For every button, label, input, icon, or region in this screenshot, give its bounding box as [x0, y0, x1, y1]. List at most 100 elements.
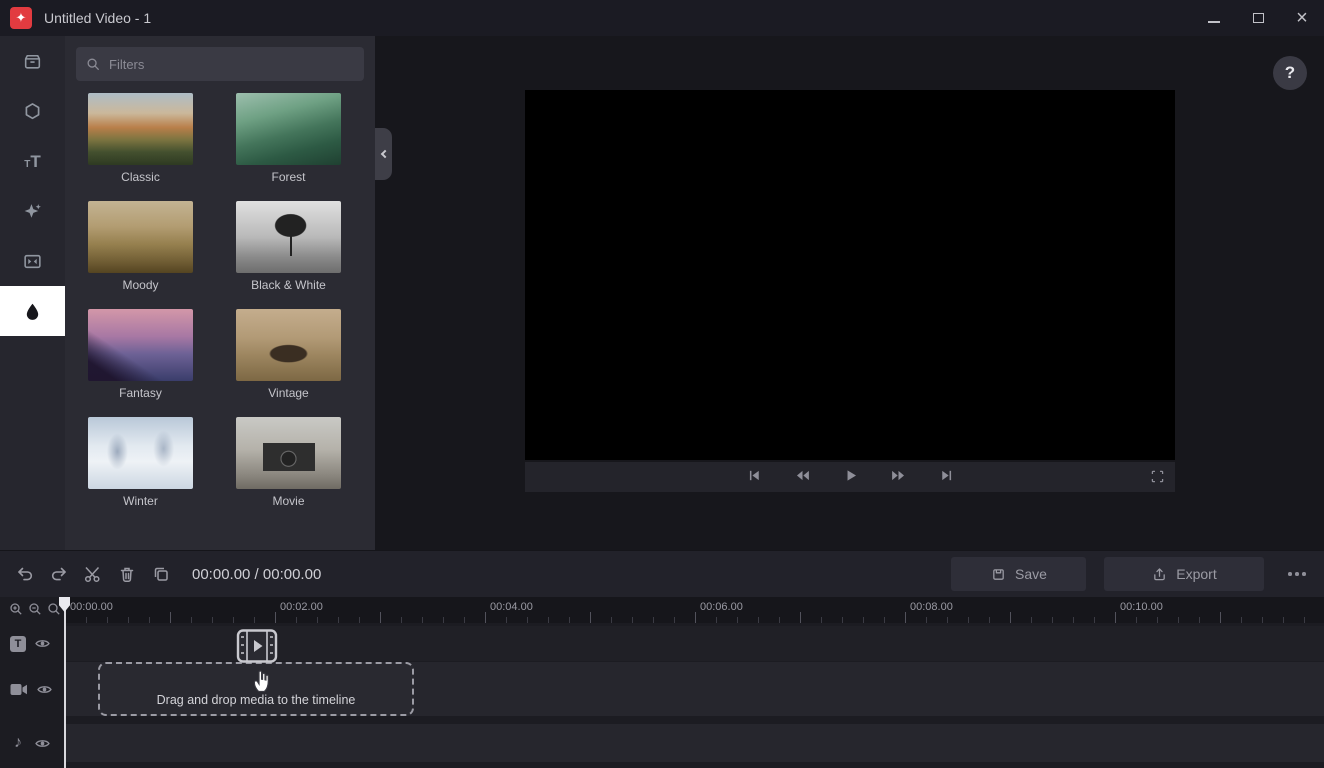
filter-card-classic[interactable]: Classic: [88, 93, 193, 184]
filters-search-input[interactable]: [109, 57, 354, 72]
filter-label: Black & White: [236, 278, 341, 292]
eye-icon: [37, 684, 52, 695]
maximize-icon: [1253, 13, 1264, 23]
timeline: T ♪ 00:00.0000:02.0000:04.0000:06.0000:0…: [0, 597, 1324, 768]
timecode-display: 00:00.00 / 00:00.00: [192, 566, 321, 583]
media-clip-icon: [233, 629, 281, 663]
filter-card-forest[interactable]: Forest: [236, 93, 341, 184]
export-label: Export: [1176, 566, 1216, 582]
eye-icon: [35, 738, 50, 749]
play-icon: [842, 467, 859, 484]
zoom-in-button[interactable]: [8, 602, 24, 618]
filter-thumbnail: [236, 93, 341, 165]
ruler-tick-label: 00:00.00: [70, 601, 113, 613]
filter-card-winter[interactable]: Winter: [88, 417, 193, 508]
skip-to-end-button[interactable]: [936, 467, 956, 487]
sidebar-item-transitions[interactable]: [0, 236, 65, 286]
delete-button[interactable]: [110, 557, 144, 591]
split-button[interactable]: [76, 557, 110, 591]
music-note-icon: ♪: [10, 735, 26, 751]
filter-card-moody[interactable]: Moody: [88, 201, 193, 292]
media-icon: [22, 51, 43, 72]
window-controls: ×: [1192, 0, 1324, 36]
play-button[interactable]: [840, 467, 860, 487]
close-icon: ×: [1296, 8, 1308, 28]
save-icon: [990, 566, 1007, 583]
filters-icon: [22, 301, 43, 322]
filter-label: Vintage: [236, 386, 341, 400]
filter-label: Classic: [88, 170, 193, 184]
titlebar: ✦ Untitled Video - 1 ×: [0, 0, 1324, 36]
window-title: Untitled Video - 1: [44, 10, 151, 26]
filter-card-movie[interactable]: Movie: [236, 417, 341, 508]
app-logo-icon: ✦: [10, 7, 32, 29]
text-track-visibility-toggle[interactable]: [35, 638, 51, 650]
filters-grid: Classic Forest Moody Black & White Fanta…: [65, 81, 375, 508]
sidebar-item-media[interactable]: [0, 36, 65, 86]
fast-forward-button[interactable]: [888, 467, 908, 487]
redo-button[interactable]: [42, 557, 76, 591]
audio-track-visibility-toggle[interactable]: [35, 737, 51, 749]
timeline-zoom-controls: [8, 602, 62, 618]
zoom-out-button[interactable]: [27, 602, 43, 618]
ruler-tick-label: 00:10.00: [1120, 601, 1163, 613]
save-button[interactable]: Save: [951, 557, 1086, 591]
video-track-icon: [10, 683, 28, 696]
text-icon: TT: [24, 153, 41, 170]
timeline-ruler[interactable]: 00:00.0000:02.0000:04.0000:06.0000:08.00…: [65, 597, 1324, 623]
search-icon: [86, 57, 101, 72]
close-button[interactable]: ×: [1280, 0, 1324, 36]
undo-icon: [15, 564, 35, 584]
filters-panel: Classic Forest Moody Black & White Fanta…: [65, 36, 375, 550]
filter-card-vintage[interactable]: Vintage: [236, 309, 341, 400]
filter-thumbnail: [236, 309, 341, 381]
playhead-line: [64, 597, 66, 768]
export-icon: [1151, 566, 1168, 583]
sidebar-item-elements[interactable]: [0, 86, 65, 136]
rewind-button[interactable]: [792, 467, 812, 487]
playback-controls: [525, 462, 1175, 492]
eye-icon: [35, 638, 50, 649]
toolbar-actions: Save Export: [951, 557, 1312, 591]
video-track-header: [10, 662, 53, 716]
minimize-button[interactable]: [1192, 0, 1236, 36]
filter-card-black-white[interactable]: Black & White: [236, 201, 341, 292]
more-options-button[interactable]: [1282, 557, 1312, 591]
filter-label: Winter: [88, 494, 193, 508]
ruler-tick-label: 00:06.00: [700, 601, 743, 613]
drop-zone-hint: Drag and drop media to the timeline: [157, 693, 356, 707]
export-button[interactable]: Export: [1104, 557, 1264, 591]
undo-button[interactable]: [8, 557, 42, 591]
sidebar-item-effects[interactable]: [0, 186, 65, 236]
question-mark-icon: ?: [1285, 63, 1295, 82]
timeline-tracks: Drag and drop media to the timeline: [65, 623, 1324, 768]
text-track-icon: T: [10, 636, 26, 652]
save-label: Save: [1015, 566, 1047, 582]
video-track-visibility-toggle[interactable]: [37, 683, 53, 695]
help-button[interactable]: ?: [1273, 56, 1307, 90]
duplicate-button[interactable]: [144, 557, 178, 591]
filter-card-fantasy[interactable]: Fantasy: [88, 309, 193, 400]
fullscreen-button[interactable]: [1147, 468, 1167, 488]
logo-glyph: ✦: [16, 10, 27, 26]
transitions-icon: [22, 251, 43, 272]
panel-collapse-button[interactable]: [375, 128, 392, 180]
skip-end-icon: [938, 467, 955, 484]
skip-to-start-button[interactable]: [744, 467, 764, 487]
effects-icon: [22, 201, 43, 222]
elements-icon: [22, 101, 43, 122]
zoom-out-icon: [28, 602, 42, 616]
redo-icon: [49, 564, 69, 584]
trash-icon: [117, 564, 137, 584]
maximize-button[interactable]: [1236, 0, 1280, 36]
sidebar-item-text[interactable]: TT: [0, 136, 65, 186]
hand-cursor-icon: [250, 667, 274, 693]
filter-thumbnail: [88, 93, 193, 165]
text-track-header: T: [10, 626, 51, 661]
audio-track-row: [65, 724, 1324, 762]
skip-start-icon: [746, 467, 763, 484]
filter-label: Moody: [88, 278, 193, 292]
minimize-icon: [1208, 21, 1220, 23]
sidebar-item-filters[interactable]: [0, 286, 65, 336]
edit-toolbar: 00:00.00 / 00:00.00 Save Export: [0, 550, 1324, 597]
